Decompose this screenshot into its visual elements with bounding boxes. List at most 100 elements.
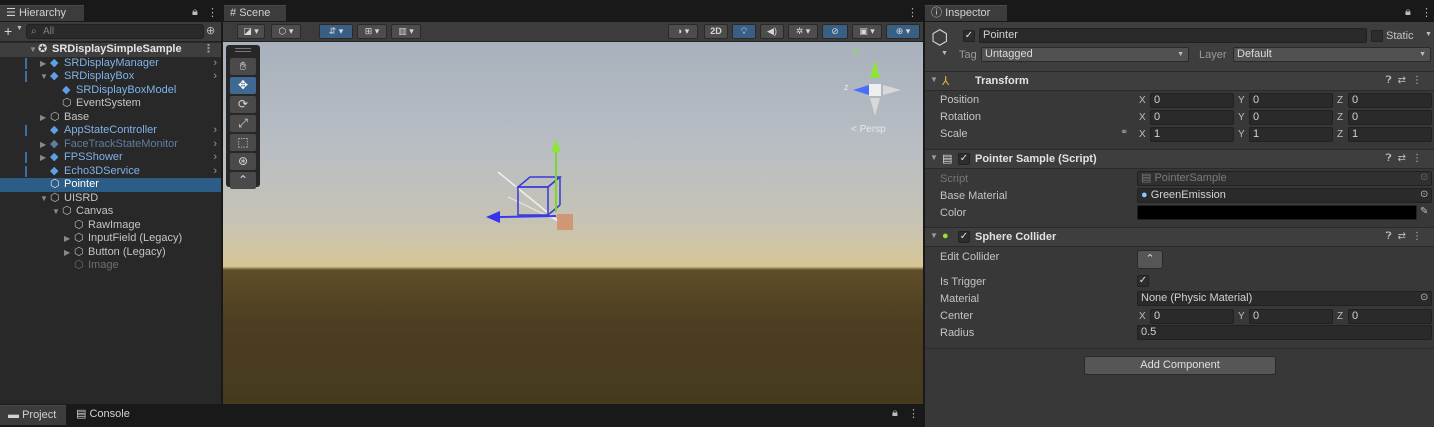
chevron-right-icon[interactable]: › [213,57,217,71]
expand-arrow-icon[interactable]: ▶ [64,232,70,246]
more-menu-icon[interactable]: ⋮ [1412,153,1428,164]
transform-component-header[interactable]: ▼ ⅄ Transform ❓︎⇄⋮ [925,71,1434,91]
scale-x-input[interactable]: 1 [1150,127,1234,142]
chevron-right-icon[interactable]: › [213,70,217,84]
foldout-arrow-icon[interactable]: ▼ [930,231,938,240]
search-filter-icon[interactable]: ⊕ [206,24,215,37]
more-menu-icon[interactable]: ⋮ [1412,75,1428,86]
audio-toggle[interactable]: ◀︎) [760,24,784,39]
center-z-input[interactable]: 0 [1348,309,1432,324]
active-checkbox[interactable]: ✓ [963,30,975,42]
static-dropdown-icon[interactable]: ▼ [1425,31,1432,38]
chevron-right-icon[interactable]: › [213,138,217,152]
lock-icon[interactable]: 🔒︎ [892,407,902,420]
is-trigger-checkbox[interactable]: ✓ [1137,275,1149,287]
sphere-collider-component-header[interactable]: ▼ ● ✓ Sphere Collider ❓︎⇄⋮ [925,227,1434,247]
move-tool-button[interactable]: ✥ [230,77,256,94]
effects-dropdown[interactable]: ✲ ▾ [788,24,818,39]
foldout-arrow-icon[interactable]: ▼ [930,153,938,162]
eyedropper-icon[interactable]: ✎ [1420,206,1428,217]
draw-mode-dropdown[interactable]: ◪ ▾ [237,24,265,39]
pointer-sample-component-header[interactable]: ▼ ▤ ✓ Pointer Sample (Script) ❓︎⇄⋮ [925,149,1434,169]
position-y-input[interactable]: 0 [1249,93,1333,108]
hierarchy-item-echo3dservice[interactable]: ◆ Echo3DService › [0,165,221,179]
hierarchy-item-rawimage[interactable]: ⬡ RawImage [0,219,221,233]
tag-dropdown[interactable]: Untagged [981,47,1189,62]
hierarchy-item-uisrd[interactable]: ▼ ⬡ UISRD [0,192,221,206]
center-y-input[interactable]: 0 [1249,309,1333,324]
edit-collider-button[interactable]: ⌃ [1137,250,1163,269]
render-mode-dropdown[interactable]: ⬡ ▾ [271,24,301,39]
help-icon[interactable]: ❓︎ [1386,153,1398,164]
expand-arrow-icon[interactable]: ▼ [40,70,48,84]
scale-z-input[interactable]: 1 [1348,127,1432,142]
hierarchy-item-appstatecontroller[interactable]: ◆ AppStateController › [0,124,221,138]
orientation-gizmo[interactable] [841,54,905,118]
component-enabled-checkbox[interactable]: ✓ [958,231,970,243]
console-tab[interactable]: ▤ Console [68,405,144,425]
rotation-z-input[interactable]: 0 [1348,110,1432,125]
hierarchy-item-srdisplayboxmodel[interactable]: ◆ SRDisplayBoxModel [0,84,221,98]
expand-arrow-icon[interactable]: ▶ [64,246,70,260]
preset-icon[interactable]: ⇄ [1398,231,1412,242]
add-dropdown-icon[interactable]: ▼ [16,25,23,32]
position-x-input[interactable]: 0 [1150,93,1234,108]
layer-dropdown[interactable]: Default [1233,47,1431,62]
hierarchy-item-inputfield[interactable]: ▶ ⬡ InputField (Legacy) [0,232,221,246]
scene-menu-icon[interactable]: ⋮ [203,43,214,57]
expand-arrow-icon[interactable]: ▶ [40,138,46,152]
hierarchy-item-canvas[interactable]: ▼ ⬡ Canvas [0,205,221,219]
more-menu-icon[interactable]: ⋮ [1421,6,1434,19]
position-z-input[interactable]: 0 [1348,93,1432,108]
camera-dropdown[interactable]: ▣ ▾ [852,24,882,39]
more-menu-icon[interactable]: ⋮ [207,6,221,19]
hierarchy-item-srdisplaymanager[interactable]: ▶ ◆ SRDisplayManager › [0,57,221,71]
grid-toggle[interactable]: ▥ ▾ [391,24,421,39]
inspector-tab[interactable]: ⓘ Inspector [925,5,1007,21]
shading-dropdown[interactable]: ◑ ▾ [668,24,698,39]
component-enabled-checkbox[interactable]: ✓ [958,153,970,165]
hierarchy-tab[interactable]: ☰ Hierarchy [0,5,84,21]
chevron-right-icon[interactable]: › [213,165,217,179]
custom-tool-button[interactable]: ⌃ [230,172,256,189]
project-tab[interactable]: ▬ Project [0,405,66,425]
lock-icon[interactable]: 🔒︎ [192,6,202,19]
expand-arrow-icon[interactable]: ▶ [40,111,46,125]
hidden-objects-toggle[interactable]: ⊘ [822,24,848,39]
add-component-button[interactable]: Add Component [1084,356,1276,375]
add-object-button[interactable]: + [4,23,12,39]
hierarchy-item-facetrackstatemonitor[interactable]: ▶ ◆ FaceTrackStateMonitor › [0,138,221,152]
expand-arrow-icon[interactable]: ▼ [29,43,37,57]
rect-tool-button[interactable]: ⬚ [230,134,256,151]
rotation-y-input[interactable]: 0 [1249,110,1333,125]
expand-arrow-icon[interactable]: ▼ [52,205,60,219]
more-menu-icon[interactable]: ⋮ [1412,231,1428,242]
hierarchy-item-base[interactable]: ▶ ⬡ Base [0,111,221,125]
help-icon[interactable]: ❓︎ [1386,75,1398,86]
preset-icon[interactable]: ⇄ [1398,153,1412,164]
help-icon[interactable]: ❓︎ [1386,231,1398,242]
move-gizmo[interactable] [478,137,578,237]
hierarchy-item-srdisplaybox[interactable]: ▼ ◆ SRDisplayBox › [0,70,221,84]
chevron-right-icon[interactable]: › [213,124,217,138]
hierarchy-search-input[interactable]: ⌕ All [26,24,204,39]
icon-dropdown-icon[interactable]: ▼ [941,50,948,57]
scale-tool-button[interactable]: ⤢ [230,115,256,132]
hierarchy-item-pointer[interactable]: ⬡ Pointer [0,178,221,192]
expand-arrow-icon[interactable]: ▼ [40,192,48,206]
lock-icon[interactable]: 🔒︎ [1405,6,1415,19]
hand-tool-button[interactable]: ✋︎ [230,58,256,75]
static-checkbox[interactable] [1371,30,1383,42]
hierarchy-item-button[interactable]: ▶ ⬡ Button (Legacy) [0,246,221,260]
transform-tool-button[interactable]: ⊛ [230,153,256,170]
object-picker-icon[interactable]: ⊙ [1420,292,1428,303]
projection-label[interactable]: < Persp [851,124,886,135]
palette-drag-handle[interactable] [235,48,251,52]
snap-toggle[interactable]: ⊞ ▾ [357,24,387,39]
lighting-toggle[interactable]: 💡︎ [732,24,756,39]
link-icon[interactable]: ⚭ [1120,127,1128,138]
object-picker-icon[interactable]: ⊙ [1420,189,1428,200]
expand-arrow-icon[interactable]: ▶ [40,151,46,165]
toggle-2d-button[interactable]: 2D [704,24,728,39]
physic-material-field[interactable]: None (Physic Material) [1137,291,1432,306]
